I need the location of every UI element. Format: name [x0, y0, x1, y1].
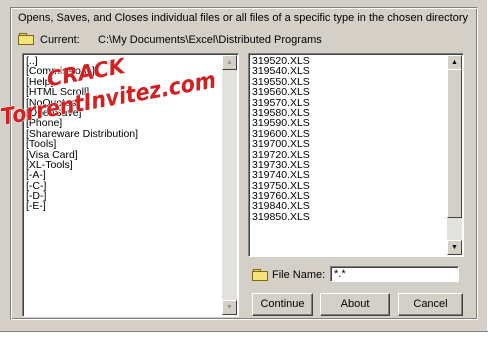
- file-name-label: File Name:: [272, 269, 326, 281]
- description-text: Opens, Saves, and Closes individual file…: [18, 12, 469, 24]
- file-name-input[interactable]: [330, 266, 459, 282]
- open-save-dialog: Opens, Saves, and Closes individual file…: [0, 0, 487, 331]
- list-item[interactable]: [Tools]: [25, 139, 138, 150]
- current-directory-label: Current:: [40, 34, 80, 46]
- scrollbar-thumb[interactable]: [447, 69, 462, 218]
- list-item[interactable]: 319560.XLS: [251, 87, 310, 98]
- scroll-down-arrow-icon[interactable]: ▼: [447, 240, 462, 255]
- scroll-down-arrow-icon[interactable]: ▼: [222, 300, 237, 315]
- file-list[interactable]: 319520.XLS 319540.XLS 319550.XLS 319560.XLS…: [248, 53, 464, 257]
- folder-icon: [252, 269, 268, 281]
- folder-list[interactable]: [..] [Commissions] [Help] [HTML Scroll] [NoQ…: [22, 53, 239, 317]
- current-directory-path: C:\My Documents\Excel\Distributed Progra…: [98, 34, 322, 46]
- list-item[interactable]: [-E-]: [25, 201, 138, 212]
- cancel-button[interactable]: Cancel: [398, 293, 463, 316]
- scroll-up-arrow-icon[interactable]: ▲: [222, 55, 237, 70]
- about-button[interactable]: About: [320, 293, 390, 316]
- continue-button[interactable]: Continue: [252, 293, 313, 316]
- list-item[interactable]: [HTML Scroll]: [25, 87, 138, 98]
- file-list-scrollbar[interactable]: ▲ ▼: [447, 55, 462, 255]
- folder-list-scrollbar[interactable]: ▲ ▼: [222, 55, 237, 315]
- list-item[interactable]: 319850.XLS: [251, 211, 310, 222]
- scroll-up-arrow-icon[interactable]: ▲: [447, 55, 462, 70]
- file-list-items: 319520.XLS 319540.XLS 319550.XLS 319560.XLS…: [251, 56, 310, 223]
- folder-list-items: [..] [Commissions] [Help] [HTML Scroll] [NoQ…: [25, 56, 138, 212]
- folder-icon: [18, 33, 34, 46]
- current-directory-row: Current: C:\My Documents\Excel\Distribut…: [18, 33, 322, 47]
- list-item[interactable]: 319700.XLS: [251, 139, 310, 150]
- bottom-divider: [0, 331, 488, 337]
